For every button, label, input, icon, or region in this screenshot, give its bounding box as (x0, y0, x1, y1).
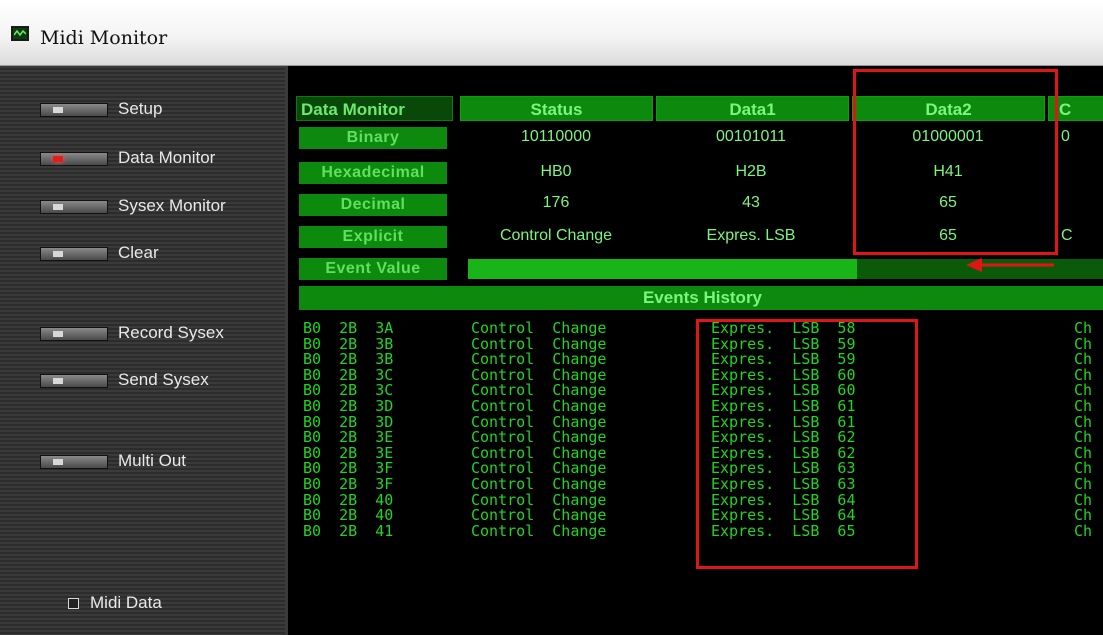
panel-title: Data Monitor (296, 96, 453, 121)
history-channel: Ch (1074, 521, 1093, 540)
led-indicator-active (40, 152, 108, 166)
midi-data-checkbox-label: Midi Data (90, 593, 162, 612)
history-row: B0 2B 3E Control Change Expres. LSB 62 Ch (303, 430, 1103, 446)
multi-out-button[interactable]: Multi Out (40, 449, 275, 475)
led-indicator (40, 103, 108, 117)
history-row: B0 2B 3D Control Change Expres. LSB 61 Ch (303, 414, 1103, 431)
row-label-binary: Binary (299, 127, 447, 149)
window-title: Midi Monitor (40, 27, 168, 49)
history-row: B0 2B 3E Control Change Expres. LSB 62 Ch (303, 445, 1103, 462)
led-indicator (40, 455, 108, 469)
data-monitor-button-label: Data Monitor (118, 148, 216, 167)
history-row: B0 2B 3F Control Change Expres. LSB 63 Ch (303, 461, 1103, 477)
row-label-decimal: Decimal (299, 194, 447, 216)
send-sysex-button-label: Send Sysex (118, 370, 209, 389)
led-indicator (40, 200, 108, 214)
column-header-status: Status (460, 96, 653, 121)
row-label-event-value: Event Value (299, 258, 447, 280)
history-row: B0 2B 40 Control Change Expres. LSB 64 Ch (303, 492, 1103, 509)
hex-data1: H2B (735, 163, 767, 180)
history-event-desc: Expres. LSB 65 (711, 521, 856, 540)
clear-button-label: Clear (118, 243, 159, 262)
history-row: B0 2B 41 Control Change Expres. LSB 65 Ch (303, 521, 1103, 540)
explicit-data2: 65 (939, 227, 957, 244)
events-history-list: B0 2B 3A Control Change Expres. LSB 58 Ch B0… (303, 320, 1103, 540)
data-monitor-panel: Data Monitor Status Data1 Data2 C Binary… (285, 66, 1103, 635)
decimal-data1: 43 (742, 194, 760, 211)
history-row: B0 2B 3D Control Change Expres. LSB 61 Ch (303, 398, 1103, 415)
history-row: B0 2B 40 Control Change Expres. LSB 64 Ch (303, 508, 1103, 524)
hex-status: HB0 (540, 163, 572, 180)
send-sysex-button[interactable]: Send Sysex (40, 368, 275, 394)
history-event-type: Control Change (471, 521, 607, 540)
column-header-data1: Data1 (656, 96, 849, 121)
setup-button-label: Setup (118, 99, 163, 118)
row-label-explicit: Explicit (299, 226, 447, 248)
history-row: B0 2B 3A Control Change Expres. LSB 58 Ch (303, 320, 1103, 337)
midi-data-checkbox[interactable] (68, 598, 79, 609)
clear-button[interactable]: Clear (40, 241, 275, 267)
hex-data2: H41 (933, 163, 963, 180)
history-row: B0 2B 3B Control Change Expres. LSB 59 Ch (303, 352, 1103, 368)
led-indicator (40, 327, 108, 341)
record-sysex-button[interactable]: Record Sysex (40, 321, 275, 347)
history-raw-bytes: B0 2B 41 (303, 521, 394, 540)
row-label-hexadecimal: Hexadecimal (299, 162, 447, 184)
explicit-channel: C (1061, 227, 1073, 244)
app-icon (11, 26, 29, 41)
sysex-monitor-button[interactable]: Sysex Monitor (40, 194, 275, 220)
sysex-monitor-button-label: Sysex Monitor (118, 196, 226, 215)
decimal-data2: 65 (939, 194, 957, 211)
history-row: B0 2B 3C Control Change Expres. LSB 60 Ch (303, 383, 1103, 399)
led-indicator (40, 247, 108, 261)
binary-data1: 00101011 (716, 128, 786, 145)
explicit-data1: Expres. LSB (706, 227, 796, 244)
binary-channel: 0 (1061, 128, 1070, 145)
decimal-status: 176 (542, 194, 570, 211)
event-value-bar-fill (468, 259, 858, 279)
setup-button[interactable]: Setup (40, 97, 275, 123)
history-row: B0 2B 3B Control Change Expres. LSB 59 Ch (303, 336, 1103, 353)
history-row: B0 2B 3F Control Change Expres. LSB 63 Ch (303, 476, 1103, 493)
record-sysex-button-label: Record Sysex (118, 323, 224, 342)
multi-out-button-label: Multi Out (118, 451, 187, 470)
data-monitor-button[interactable]: Data Monitor (40, 146, 275, 172)
events-history-header: Events History (299, 286, 1103, 310)
binary-data2: 01000001 (912, 128, 984, 145)
column-header-data2: Data2 (852, 96, 1045, 121)
title-bar: Midi Monitor (0, 0, 1103, 66)
sidebar: Setup Data Monitor Sysex Monitor Clear R… (0, 66, 285, 635)
history-row: B0 2B 3C Control Change Expres. LSB 60 Ch (303, 367, 1103, 384)
red-arrow-annotation (966, 258, 1054, 272)
explicit-status: Control Change (499, 227, 613, 244)
column-header-channel: C (1048, 96, 1103, 121)
binary-status: 10110000 (521, 128, 591, 145)
led-indicator (40, 374, 108, 388)
